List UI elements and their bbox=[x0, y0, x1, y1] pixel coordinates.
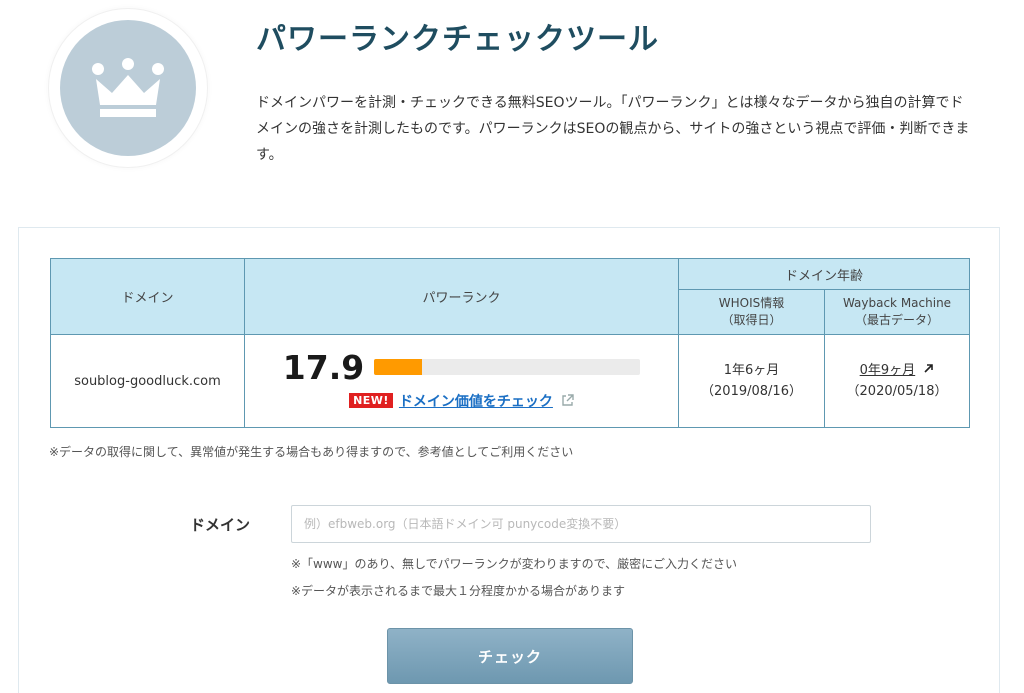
logo bbox=[48, 8, 208, 168]
rank-bar-fill bbox=[374, 359, 422, 375]
domain-input[interactable] bbox=[291, 505, 871, 543]
whois-age: 1年6ヶ月 bbox=[723, 363, 780, 378]
crown-icon bbox=[92, 58, 164, 117]
col-header-age: ドメイン年齢 bbox=[678, 258, 970, 290]
arrow-up-right-icon[interactable] bbox=[919, 363, 934, 378]
check-button[interactable]: チェック bbox=[387, 628, 633, 684]
new-badge: NEW! bbox=[349, 393, 393, 408]
domain-label: ドメイン bbox=[190, 516, 251, 534]
rank-bar bbox=[374, 359, 641, 375]
result-table: ドメイン パワーランク ドメイン年齢 WHOIS情報 （取得日） Wayback… bbox=[50, 258, 970, 428]
data-note: ※データの取得に関して、異常値が発生する場合もあり得ますので、参考値としてご利用… bbox=[49, 445, 574, 459]
page-title: パワーランクチェックツール bbox=[256, 22, 659, 57]
wayback-age-link[interactable]: 0年9ヶ月 bbox=[860, 363, 916, 378]
wayback-label: Wayback Machine bbox=[842, 296, 952, 310]
col-header-wayback: Wayback Machine （最古データ） bbox=[824, 289, 970, 335]
rank-value: 17.9 bbox=[282, 347, 365, 387]
col-header-domain: ドメイン bbox=[50, 258, 245, 335]
domain-value-link[interactable]: ドメイン価値をチェック bbox=[399, 391, 553, 411]
www-hint: ※「www」のあり、無しでパワーランクが変わりますので、厳密にご入力ください bbox=[291, 557, 737, 571]
whois-cell: 1年6ヶ月 （2019/08/16） bbox=[678, 334, 825, 428]
rank-cell: 17.9 NEW! ドメイン価値をチェック bbox=[244, 334, 679, 428]
domain-cell: soublog-goodluck.com bbox=[50, 334, 245, 428]
wayback-date: （2020/05/18） bbox=[846, 384, 948, 399]
col-header-whois: WHOIS情報 （取得日） bbox=[678, 289, 825, 335]
page-description: ドメインパワーを計測・チェックできる無料SEOツール。「パワーランク」とは様々な… bbox=[256, 95, 970, 163]
wayback-cell: 0年9ヶ月 （2020/05/18） bbox=[824, 334, 970, 428]
whois-label: WHOIS情報 bbox=[718, 296, 785, 310]
whois-date: （2019/08/16） bbox=[701, 384, 802, 399]
wait-hint: ※データが表示されるまで最大１分程度かかる場合があります bbox=[291, 584, 626, 598]
col-header-rank: パワーランク bbox=[244, 258, 679, 335]
external-link-icon[interactable] bbox=[561, 394, 574, 407]
wayback-sublabel: （最古データ） bbox=[854, 313, 939, 327]
table-row: soublog-goodluck.com 17.9 NEW! ドメイン価値をチェ… bbox=[50, 334, 970, 428]
logo-circle bbox=[60, 20, 196, 156]
whois-sublabel: （取得日） bbox=[721, 313, 782, 327]
result-card: ドメイン パワーランク ドメイン年齢 WHOIS情報 （取得日） Wayback… bbox=[18, 227, 1000, 693]
